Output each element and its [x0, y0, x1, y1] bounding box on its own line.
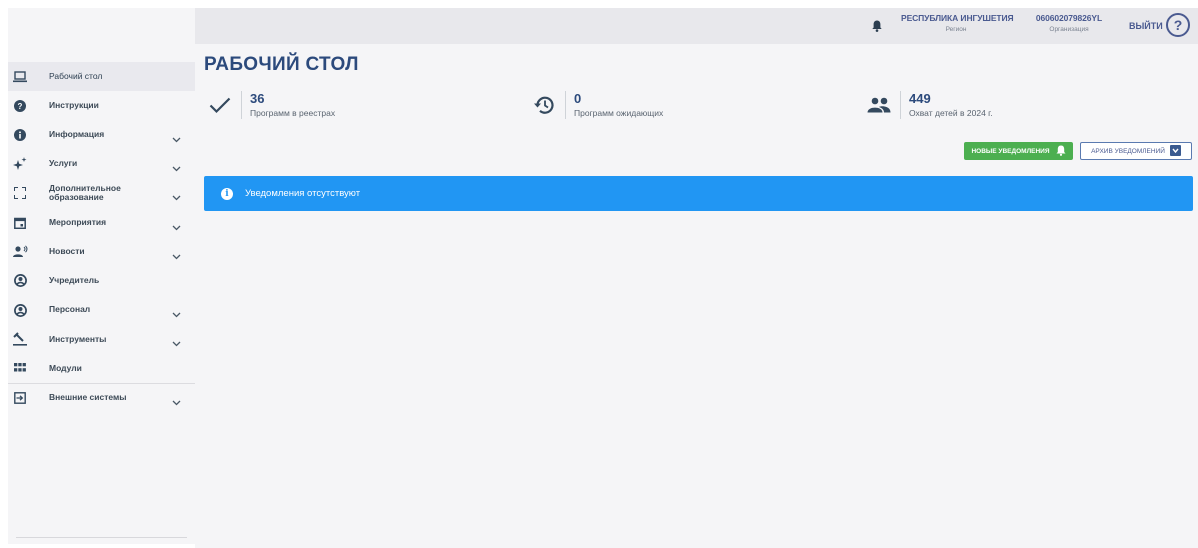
sidebar-item-instructions[interactable]: ? Инструкции — [8, 91, 195, 120]
sidebar-item-label: Учредитель — [49, 275, 100, 286]
sidebar-item-label: Информация — [49, 129, 105, 140]
sidebar-item-external-systems[interactable]: Внешние системы — [8, 383, 195, 412]
grid-icon — [12, 360, 28, 376]
region-info: РЕСПУБЛИКА ИНГУШЕТИЯ Регион — [901, 13, 1014, 33]
stat-children-coverage: 449 Охват детей в 2024 г. — [864, 90, 993, 120]
organization-caption: Организация — [1049, 26, 1089, 33]
sidebar-item-tools[interactable]: Инструменты — [8, 325, 195, 354]
no-notifications-alert: i Уведомления отсутствуют — [204, 176, 1193, 211]
sidebar-item-label: Внешние системы — [49, 392, 127, 403]
new-notifications-label: НОВЫЕ УВЕДОМЛЕНИЯ — [971, 147, 1050, 155]
sidebar-item-founder[interactable]: Учредитель — [8, 266, 195, 295]
stat-programs-in-registry: 36 Программ в реестрах — [205, 90, 335, 120]
sidebar-item-modules[interactable]: Модули — [8, 354, 195, 383]
new-notifications-button[interactable]: НОВЫЕ УВЕДОМЛЕНИЯ — [964, 142, 1073, 160]
sidebar-item-label: Услуги — [49, 158, 78, 169]
sidebar-item-label: Модули — [49, 362, 82, 373]
speaker-person-icon — [12, 244, 28, 260]
archive-notifications-button[interactable]: АРХИВ УВЕДОМЛЕНИЙ — [1080, 142, 1192, 160]
sidebar-item-label: Инструкции — [49, 100, 99, 111]
tools-icon — [12, 331, 28, 347]
region-caption: Регион — [945, 26, 967, 33]
organization-info: 060602079826YL Организация — [1029, 13, 1109, 33]
sidebar-menu: Рабочий стол ? Инструкции Информация Усл… — [8, 62, 195, 412]
chevron-down-icon — [172, 248, 181, 266]
sidebar-item-label: Рабочий стол — [49, 70, 103, 81]
sidebar-item-label: Инструменты — [49, 333, 107, 344]
svg-text:?: ? — [18, 102, 23, 111]
sidebar-item-label: Мероприятия — [49, 216, 107, 227]
chevron-down-icon — [172, 160, 181, 178]
laptop-icon — [12, 69, 28, 85]
main-content: РАБОЧИЙ СТОЛ 36 Программ в реестрах 0 Пр… — [195, 44, 1198, 548]
chevron-down-icon — [172, 189, 181, 207]
fullscreen-icon — [12, 185, 28, 201]
account-circle-icon — [12, 273, 28, 289]
stat-divider — [241, 91, 242, 119]
sidebar-item-label: Дополнительное образование — [49, 182, 121, 203]
sparkle-icon — [12, 156, 28, 172]
sidebar-item-extra-education[interactable]: Дополнительное образование — [8, 179, 195, 208]
sidebar-item-events[interactable]: Мероприятия — [8, 208, 195, 237]
archive-notifications-label: АРХИВ УВЕДОМЛЕНИЙ — [1091, 147, 1165, 155]
top-bar: РЕСПУБЛИКА ИНГУШЕТИЯ Регион 060602079826… — [195, 8, 1198, 44]
account-circle-icon — [12, 302, 28, 318]
info-circle-icon — [12, 127, 28, 143]
chevron-down-icon — [172, 131, 181, 149]
history-icon — [529, 94, 559, 116]
chevron-down-icon — [172, 335, 181, 353]
region-name: РЕСПУБЛИКА ИНГУШЕТИЯ — [901, 13, 1014, 23]
people-icon — [864, 97, 894, 113]
help-button[interactable]: ? — [1166, 13, 1190, 37]
stat-value: 0 — [574, 91, 582, 106]
stat-divider — [565, 91, 566, 119]
logout-button[interactable]: ВЫЙТИ — [1129, 21, 1163, 31]
alert-text: Уведомления отсутствуют — [245, 188, 361, 199]
organization-code: 060602079826YL — [1035, 13, 1103, 23]
chevron-down-icon — [172, 306, 181, 324]
sidebar-item-news[interactable]: Новости — [8, 237, 195, 266]
bell-icon[interactable] — [872, 19, 882, 37]
stat-label: Программ ожидающих — [574, 108, 664, 118]
stat-value: 449 — [909, 91, 931, 106]
calendar-icon — [12, 215, 28, 231]
help-icon: ? — [1173, 17, 1183, 33]
sidebar-item-label: Новости — [49, 245, 85, 256]
login-box-icon — [12, 390, 28, 406]
sidebar-item-label: Персонал — [49, 304, 91, 315]
bell-alert-icon — [1056, 145, 1066, 158]
sidebar-item-staff[interactable]: Персонал — [8, 296, 195, 325]
stat-divider — [900, 91, 901, 119]
chevron-down-icon — [172, 394, 181, 412]
sidebar-item-services[interactable]: Услуги — [8, 150, 195, 179]
sidebar: Рабочий стол ? Инструкции Информация Усл… — [8, 8, 195, 544]
stat-value: 36 — [250, 91, 265, 106]
stat-label: Программ в реестрах — [250, 108, 336, 118]
stat-programs-pending: 0 Программ ожидающих — [529, 90, 663, 120]
sidebar-divider — [16, 537, 187, 538]
archive-icon — [1169, 144, 1181, 158]
sidebar-item-desktop[interactable]: Рабочий стол — [8, 62, 195, 92]
sidebar-item-information[interactable]: Информация — [8, 120, 195, 149]
chevron-down-icon — [172, 219, 181, 237]
stat-label: Охват детей в 2024 г. — [909, 108, 993, 118]
page-title: РАБОЧИЙ СТОЛ — [204, 54, 359, 75]
info-icon: i — [221, 187, 233, 200]
help-circle-icon: ? — [12, 98, 28, 114]
check-icon — [205, 96, 235, 114]
